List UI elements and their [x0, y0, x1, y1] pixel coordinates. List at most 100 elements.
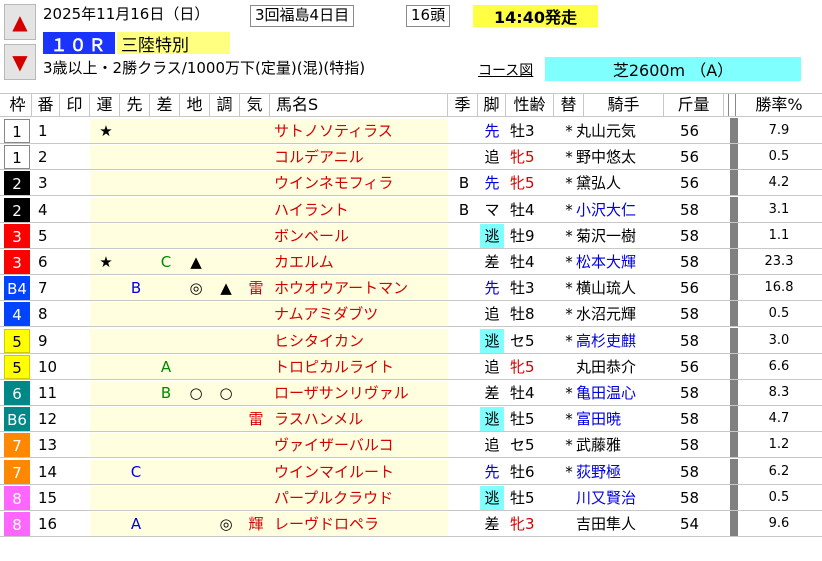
col-kinryo[interactable]: 斤量 — [664, 94, 724, 116]
horse-name-link[interactable]: カエルム — [274, 249, 446, 275]
running-style: 先 — [484, 463, 500, 481]
col-chi[interactable]: 地 — [180, 94, 210, 116]
table-row[interactable]: B4 7 B ◎ ▲ 雷ホウオウアートマン 先牡3 * 横山琉人 56 16.8 — [0, 275, 822, 301]
win-rate: 8.3 — [768, 385, 790, 400]
weight: 56 — [680, 174, 700, 192]
table-row[interactable]: 6 11 B ○ ○ ローザサンリヴァル 差牡4 * 亀田温心 58 8.3 — [0, 380, 822, 406]
jockey-name[interactable]: 黛弘人 — [576, 170, 666, 196]
table-row[interactable]: B6 12 雷ラスハンメル 逃牡5 * 富田暁 58 4.7 — [0, 406, 822, 432]
table-row[interactable]: 1 2 コルデアニル 追牝5 * 野中悠太 56 0.5 — [0, 144, 822, 170]
sex-age: 牝5 — [510, 358, 535, 376]
jockey-name[interactable]: 亀田温心 — [576, 380, 666, 406]
jockey-name[interactable]: 横山琉人 — [576, 275, 666, 301]
jockey-name[interactable]: 小沢大仁 — [576, 197, 666, 223]
sa-mark: C — [160, 253, 172, 271]
weight: 56 — [680, 279, 700, 297]
course-map-link[interactable]: コース図 — [478, 60, 533, 80]
horse-number: 14 — [38, 463, 58, 481]
col-shirushi[interactable]: 印 — [60, 94, 90, 116]
table-row[interactable]: 1 1 ★ サトノソティラス 先牡3 * 丸山元気 56 7.9 — [0, 118, 822, 144]
jockey-name[interactable]: 菊沢一樹 — [576, 223, 666, 249]
jockey-name[interactable]: 荻野極 — [576, 459, 666, 485]
jockey-name[interactable]: 高杉吏麒 — [576, 328, 666, 354]
column-separator — [730, 275, 738, 301]
col-seirei[interactable]: 性齢 — [506, 94, 554, 116]
table-row[interactable]: 2 4 ハイラント B マ牡4 * 小沢大仁 58 3.1 — [0, 197, 822, 223]
horse-name-link[interactable]: コルデアニル — [274, 144, 446, 170]
jockey-name[interactable]: 川又賢治 — [576, 485, 666, 511]
horse-number: 9 — [38, 332, 48, 350]
jockey-name[interactable]: 水沼元輝 — [576, 301, 666, 327]
horse-name-link[interactable]: ラスハンメル — [274, 406, 446, 432]
col-horse-name[interactable]: 馬名S — [270, 94, 448, 116]
jockey-name[interactable]: 野中悠太 — [576, 144, 666, 170]
col-sa[interactable]: 差 — [150, 94, 180, 116]
horse-name-link[interactable]: トロピカルライト — [274, 354, 446, 380]
sex-age: 牡4 — [510, 384, 535, 402]
weight: 56 — [680, 148, 700, 166]
horse-name-link[interactable]: ハイラント — [274, 197, 446, 223]
col-kae[interactable]: 替 — [554, 94, 584, 116]
horse-name-link[interactable]: ローザサンリヴァル — [274, 380, 446, 406]
jockey-name[interactable]: 丸山元気 — [576, 118, 666, 144]
horse-name-link[interactable]: ナムアミダブツ — [274, 301, 446, 327]
running-style: 逃 — [480, 329, 504, 353]
col-saki[interactable]: 先 — [120, 94, 150, 116]
jockey-change-mark: * — [565, 122, 573, 140]
win-rate: 4.2 — [768, 175, 790, 190]
saki-mark: C — [130, 463, 142, 481]
horse-name-link[interactable]: レーヴドロペラ — [274, 511, 446, 537]
running-style: マ — [484, 201, 500, 219]
col-umaban[interactable]: 番 — [32, 94, 60, 116]
jockey-change-mark: * — [565, 227, 573, 245]
horse-name-link[interactable]: ホウオウアートマン — [274, 275, 446, 301]
table-row[interactable]: 3 5 ボンベール 逃牡9 * 菊沢一樹 58 1.1 — [0, 223, 822, 249]
next-race-button[interactable]: ▼ — [4, 44, 36, 80]
col-ki2[interactable]: 季 — [448, 94, 478, 116]
horse-name-link[interactable]: ウインネモフィラ — [274, 170, 446, 196]
horse-name-link[interactable]: ボンベール — [274, 223, 446, 249]
jockey-name[interactable]: 武藤雅 — [576, 432, 666, 458]
table-row[interactable]: 7 14 C ウインマイルート 先牡6 * 荻野極 58 6.2 — [0, 459, 822, 485]
win-rate: 6.2 — [768, 464, 790, 479]
table-row[interactable]: 3 6 ★ C ▲ カエルム 差牡4 * 松本大輝 58 23.3 — [0, 249, 822, 275]
weight: 58 — [680, 410, 700, 428]
horse-number: 4 — [38, 201, 48, 219]
horse-name-link[interactable]: サトノソティラス — [274, 118, 446, 144]
waku-badge: 8 — [4, 512, 30, 536]
jockey-name[interactable]: 吉田隼人 — [576, 511, 666, 537]
col-kyaku[interactable]: 脚 — [478, 94, 506, 116]
col-win-rate[interactable]: 勝率% — [740, 94, 818, 116]
row-divider — [0, 195, 822, 196]
win-rate: 3.0 — [768, 333, 790, 348]
table-row[interactable]: 5 10 A トロピカルライト 追牝5 丸田恭介 56 6.6 — [0, 354, 822, 380]
col-jockey[interactable]: 騎手 — [584, 94, 664, 116]
jockey-name[interactable]: 富田暁 — [576, 406, 666, 432]
horse-name-link[interactable]: ヒシタイカン — [274, 328, 446, 354]
jockey-change-mark: * — [565, 463, 573, 481]
table-row[interactable]: 8 16 A ◎ 輝レーヴドロペラ 差牝3 吉田隼人 54 9.6 — [0, 511, 822, 537]
win-rate: 9.6 — [768, 516, 790, 531]
running-style: 追 — [484, 358, 500, 376]
col-ki[interactable]: 気 — [240, 94, 270, 116]
table-row[interactable]: 7 13 ヴァイザーバルコ 追セ5 * 武藤雅 58 1.2 — [0, 432, 822, 458]
horse-number: 3 — [38, 174, 48, 192]
horse-name-link[interactable]: パープルクラウド — [274, 485, 446, 511]
jockey-name[interactable]: 松本大輝 — [576, 249, 666, 275]
table-row[interactable]: 2 3 ウインネモフィラ B 先牝5 * 黛弘人 56 4.2 — [0, 170, 822, 196]
col-un[interactable]: 運 — [90, 94, 120, 116]
column-separator — [730, 301, 738, 327]
table-row[interactable]: 5 9 ヒシタイカン 逃セ5 * 高杉吏麒 58 3.0 — [0, 328, 822, 354]
horse-name-link[interactable]: ウインマイルート — [274, 459, 446, 485]
col-waku[interactable]: 枠 — [4, 94, 32, 116]
entries-table: 1 1 ★ サトノソティラス先牡3 * 丸山元気 56 7.9 1 2 コルデアニル追牝5 * 野中悠太… — [0, 118, 822, 561]
prev-race-button[interactable]: ▲ — [4, 4, 36, 40]
table-row[interactable]: 4 8 ナムアミダブツ 追牡8 * 水沼元輝 58 0.5 — [0, 301, 822, 327]
table-row[interactable]: 8 15 パープルクラウド 逃牡5 川又賢治 58 0.5 — [0, 485, 822, 511]
sex-age: 牡9 — [510, 227, 535, 245]
col-cho[interactable]: 調 — [210, 94, 240, 116]
waku-badge: 1 — [4, 145, 30, 169]
jockey-name[interactable]: 丸田恭介 — [576, 354, 666, 380]
jockey-change-mark: * — [565, 253, 573, 271]
horse-name-link[interactable]: ヴァイザーバルコ — [274, 432, 446, 458]
